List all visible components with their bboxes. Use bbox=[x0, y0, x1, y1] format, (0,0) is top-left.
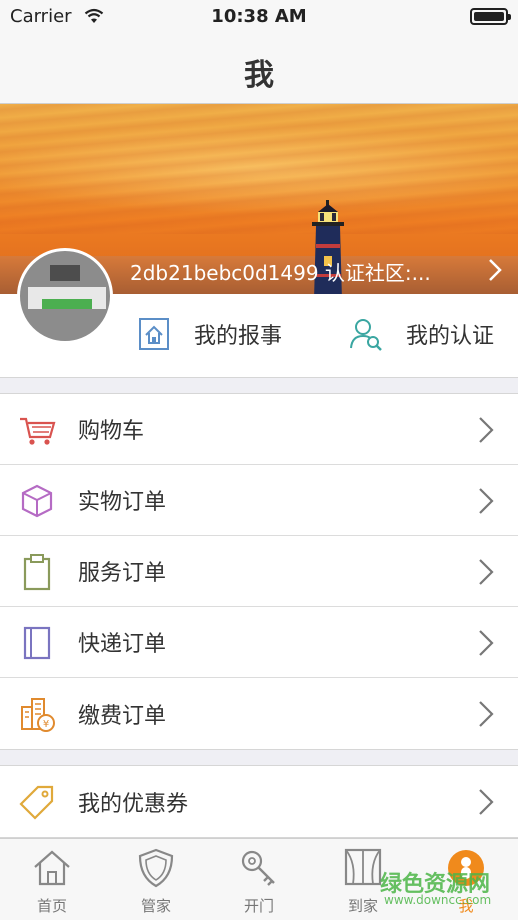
battery-icon bbox=[470, 8, 511, 25]
avatar[interactable] bbox=[17, 248, 113, 344]
menu-item-express-orders[interactable]: 快递订单 bbox=[0, 607, 518, 678]
menu-item-label: 缴费订单 bbox=[78, 703, 167, 729]
chevron-right-icon bbox=[479, 559, 494, 585]
tab-home[interactable]: 首页 bbox=[0, 847, 104, 920]
my-verification-button[interactable]: 我的认证 bbox=[348, 312, 494, 356]
menu-item-coupons[interactable]: 我的优惠券 bbox=[0, 766, 518, 837]
user-search-icon bbox=[350, 319, 382, 351]
menu-item-payment-orders[interactable]: ¥ 缴费订单 bbox=[0, 678, 518, 749]
key-icon bbox=[241, 850, 275, 886]
shield-icon bbox=[138, 848, 174, 888]
menu-item-label: 我的优惠券 bbox=[78, 791, 189, 817]
box-icon bbox=[21, 484, 53, 518]
navigation-bar: 我 bbox=[0, 34, 518, 104]
menu-item-cart[interactable]: 购物车 bbox=[0, 394, 518, 465]
my-reports-label: 我的报事 bbox=[194, 324, 283, 349]
chevron-right-icon bbox=[479, 630, 494, 656]
my-verification-label: 我的认证 bbox=[406, 324, 495, 349]
avatar-photo-part bbox=[42, 299, 92, 309]
chevron-right-icon bbox=[479, 789, 494, 815]
watermark-url: www.downcc.com bbox=[384, 893, 492, 907]
chevron-right-icon bbox=[479, 488, 494, 514]
banner-clouds bbox=[0, 104, 518, 234]
menu-item-label: 服务订单 bbox=[78, 561, 167, 586]
status-bar: Carrier 10:38 AM bbox=[0, 0, 518, 34]
notebook-icon bbox=[23, 626, 51, 660]
menu-item-label: 快递订单 bbox=[78, 632, 167, 657]
tab-label: 首页 bbox=[36, 897, 67, 915]
chevron-right-icon[interactable] bbox=[488, 258, 502, 282]
clock: 10:38 AM bbox=[211, 6, 307, 27]
menu-item-label: 购物车 bbox=[78, 419, 145, 444]
user-info-link[interactable]: 2db21bebc0d1499 认证社区:... bbox=[130, 257, 431, 286]
tab-label: 开门 bbox=[243, 897, 274, 915]
my-reports-button[interactable]: 我的报事 bbox=[136, 312, 282, 356]
clipboard-icon bbox=[23, 554, 51, 591]
svg-text:¥: ¥ bbox=[43, 719, 49, 730]
window-icon bbox=[344, 848, 382, 886]
menu-item-label: 实物订单 bbox=[78, 490, 167, 515]
tab-label: 管家 bbox=[140, 897, 171, 915]
menu-item-physical-orders[interactable]: 实物订单 bbox=[0, 465, 518, 536]
tab-open-door[interactable]: 开门 bbox=[207, 847, 311, 920]
orders-menu: 购物车 实物订单 服务订单 快递订单 ¥ 缴费订单 bbox=[0, 393, 518, 750]
chevron-right-icon bbox=[479, 701, 494, 727]
page-title: 我 bbox=[244, 58, 274, 93]
avatar-photo-part bbox=[50, 265, 80, 281]
chevron-right-icon bbox=[479, 417, 494, 443]
menu-item-service-orders[interactable]: 服务订单 bbox=[0, 536, 518, 607]
tag-icon bbox=[19, 785, 54, 820]
home-icon bbox=[34, 850, 70, 886]
tab-butler[interactable]: 管家 bbox=[104, 847, 208, 920]
building-yen-icon: ¥ bbox=[21, 698, 55, 732]
cart-icon bbox=[20, 417, 56, 445]
house-document-icon bbox=[139, 318, 169, 350]
coupons-menu: 我的优惠券 bbox=[0, 765, 518, 838]
